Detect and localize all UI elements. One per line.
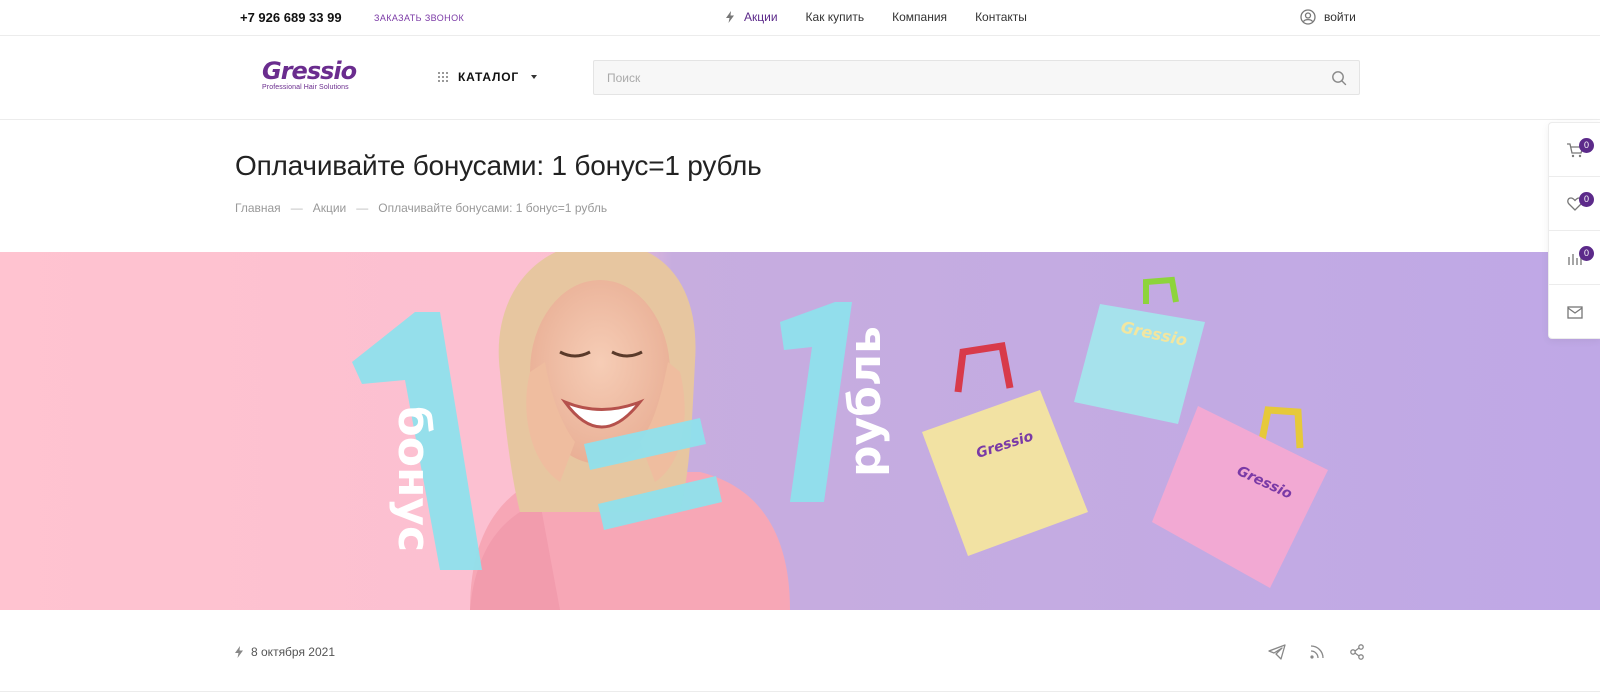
- page-title: Оплачивайте бонусами: 1 бонус=1 рубль: [235, 150, 762, 181]
- catalog-label: КАТАЛОГ: [458, 70, 519, 84]
- nav-item-contacts[interactable]: Контакты: [975, 10, 1027, 24]
- logo[interactable]: Gressio Professional Hair Solutions: [262, 58, 358, 96]
- breadcrumb-separator: —: [290, 201, 303, 215]
- nav-item-company[interactable]: Компания: [892, 10, 947, 24]
- top-nav: Акции Как купить Компания Контакты: [726, 10, 1027, 24]
- share-bar: [1268, 643, 1366, 661]
- logo-tagline: Professional Hair Solutions: [262, 84, 349, 91]
- telegram-icon[interactable]: [1268, 643, 1286, 661]
- grid-icon: [438, 72, 448, 82]
- compare-button[interactable]: 0: [1549, 231, 1600, 285]
- breadcrumb-separator: —: [356, 201, 369, 215]
- rss-icon[interactable]: [1308, 643, 1326, 661]
- breadcrumb-home[interactable]: Главная: [235, 201, 281, 215]
- nav-item-label: Акции: [744, 10, 778, 24]
- top-bar: +7 926 689 33 99 ЗАКАЗАТЬ ЗВОНОК Акции К…: [0, 0, 1600, 36]
- header: Gressio Professional Hair Solutions КАТА…: [0, 36, 1600, 120]
- nav-item-how-to-buy[interactable]: Как купить: [806, 10, 865, 24]
- callback-link[interactable]: ЗАКАЗАТЬ ЗВОНОК: [374, 13, 464, 23]
- banner-word-ruble: рубль: [840, 326, 891, 477]
- favorites-count-badge: 0: [1579, 192, 1594, 207]
- bolt-icon: [235, 646, 243, 658]
- phone-number[interactable]: +7 926 689 33 99: [240, 10, 342, 25]
- nav-item-promotions[interactable]: Акции: [726, 10, 778, 24]
- search-input[interactable]: [594, 61, 1294, 94]
- cart-count-badge: 0: [1579, 138, 1594, 153]
- login-link[interactable]: войти: [1300, 9, 1356, 25]
- mail-icon: [1566, 305, 1583, 319]
- banner-image: бонус рубль Gressio Gressio Gressio: [0, 252, 1600, 610]
- publish-date: 8 октября 2021: [235, 645, 335, 659]
- breadcrumb: Главная — Акции — Оплачивайте бонусами: …: [235, 201, 607, 215]
- breadcrumb-promotions[interactable]: Акции: [313, 201, 347, 215]
- divider: [0, 691, 1600, 692]
- banner-word-bonus: бонус: [388, 406, 439, 552]
- promo-banner: бонус рубль Gressio Gressio Gressio: [0, 252, 1600, 610]
- cart-button[interactable]: 0: [1549, 123, 1600, 177]
- side-panel: 0 0 0: [1548, 122, 1600, 339]
- bolt-icon: [726, 11, 734, 23]
- caret-down-icon: [530, 75, 537, 79]
- favorites-button[interactable]: 0: [1549, 177, 1600, 231]
- login-label: войти: [1324, 10, 1356, 24]
- user-icon: [1300, 9, 1316, 25]
- publish-date-text: 8 октября 2021: [251, 645, 335, 659]
- catalog-button[interactable]: КАТАЛОГ: [438, 70, 537, 84]
- breadcrumb-current: Оплачивайте бонусами: 1 бонус=1 рубль: [378, 201, 608, 215]
- search-box: [593, 60, 1360, 95]
- logo-text: Gressio: [262, 57, 357, 85]
- share-icon[interactable]: [1348, 643, 1366, 661]
- search-icon[interactable]: [1331, 70, 1347, 86]
- feedback-button[interactable]: [1549, 285, 1600, 339]
- compare-count-badge: 0: [1579, 246, 1594, 261]
